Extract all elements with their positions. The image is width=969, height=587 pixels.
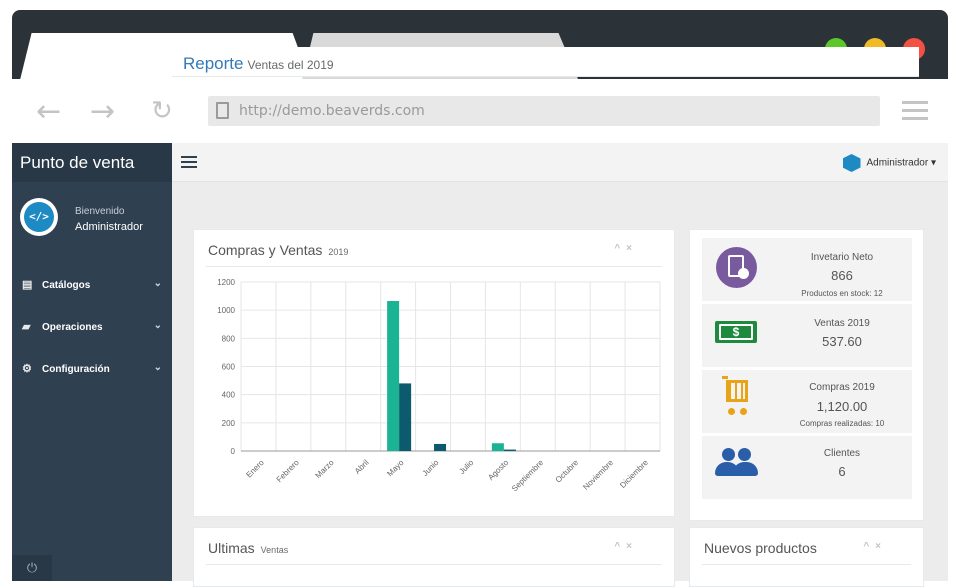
bar-compras (387, 301, 400, 451)
close-x-icon[interactable]: × (875, 541, 887, 552)
x-tick-label: Junio (421, 458, 441, 478)
ultimas-title-text: Ultimas (208, 540, 255, 556)
sidebar-item-configuracion[interactable]: ⚙ Configuración ⌄ (22, 362, 162, 375)
y-tick-label: 600 (222, 363, 236, 372)
stat-label: Invetario Neto (810, 252, 874, 263)
stat-label: Clientes (823, 448, 861, 459)
stat-card-ventas: $ Ventas 2019 537.60 (702, 304, 912, 367)
y-tick-label: 1200 (217, 278, 235, 287)
x-tick-label: Julio (457, 458, 475, 476)
page-document-icon (216, 102, 229, 119)
y-tick-label: 0 (231, 447, 236, 456)
chevron-down-icon: ⌄ (153, 362, 162, 373)
y-tick-label: 800 (222, 334, 236, 343)
folder-icon: ▰ (22, 321, 31, 333)
user-menu-label: Administrador ▾ (866, 157, 937, 169)
x-tick-label: Agosto (486, 458, 510, 482)
ultimas-subtitle: Ventas (260, 545, 289, 555)
x-tick-label: Marzo (314, 458, 336, 480)
bar-ventas (503, 449, 516, 451)
url-field[interactable]: http://demo.beaverds.com (208, 96, 880, 126)
user-logo-icon (842, 154, 861, 172)
sidebar-item-catalogos[interactable]: ▤ Catálogos ⌄ (22, 278, 162, 291)
avatar[interactable]: </> (20, 198, 58, 236)
stat-card-compras: Compras 2019 1,120.00 Compras realizadas… (702, 370, 912, 433)
x-tick-label: Noviembre (581, 458, 615, 492)
page-title-text: Reporte (183, 54, 244, 73)
chart-panel: Compras y Ventas 2019 ^× 0 200 400 600 800 100… (193, 229, 675, 517)
welcome-text: Bienvenido (75, 206, 125, 217)
stat-card-inventario: Invetario Neto 866 Productos en stock: 1… (702, 238, 912, 301)
panel-divider (206, 564, 662, 565)
forward-arrow-icon[interactable]: → (90, 97, 115, 127)
sidebar-item-label: Configuración (42, 364, 110, 375)
hamburger-icon[interactable] (181, 156, 197, 171)
stat-value: 537.60 (822, 334, 862, 349)
x-tick-label: Febrero (275, 458, 302, 485)
clipboard-icon (716, 247, 757, 288)
collapse-chevron-up-icon[interactable]: ^ (863, 541, 875, 552)
bar-ventas (399, 383, 412, 451)
bar-compras (491, 443, 504, 451)
panel-tools[interactable]: ^× (863, 541, 887, 552)
brand-title[interactable]: Punto de venta (12, 143, 172, 182)
stat-card-clientes: Clientes 6 (702, 436, 912, 499)
chevron-down-icon: ⌄ (153, 320, 162, 331)
stat-label: Compras 2019 (809, 382, 875, 393)
back-arrow-icon[interactable]: ← (36, 97, 61, 127)
stat-sub: Compras realizadas: 10 (799, 419, 885, 428)
panel-tools[interactable]: ^× (614, 541, 638, 552)
cart-icon (722, 376, 750, 418)
close-x-icon[interactable]: × (626, 541, 638, 552)
book-icon: ▤ (22, 279, 33, 291)
y-tick-label: 1000 (217, 306, 235, 315)
stat-label: Ventas 2019 (814, 318, 870, 329)
y-tick-label: 400 (222, 391, 236, 400)
power-icon[interactable]: ⏻ (12, 555, 52, 581)
url-text[interactable]: http://demo.beaverds.com (239, 103, 425, 119)
chevron-down-icon: ⌄ (153, 278, 162, 289)
bar-chart: 0 200 400 600 800 1000 1200 Enero Febrero Marzo Ab… (217, 278, 661, 494)
x-tick-label: Octubre (554, 458, 581, 485)
browser-menu-icon[interactable] (902, 101, 928, 125)
page-subtitle: Ventas del 2019 (247, 58, 334, 72)
user-menu[interactable]: Administrador ▾ (842, 154, 937, 172)
stat-value: 1,120.00 (816, 399, 868, 414)
code-logo-icon: </> (24, 202, 54, 232)
nuevos-title: Nuevos productos (704, 540, 817, 556)
x-tick-label: Diciembre (618, 458, 650, 490)
stat-value: 6 (838, 464, 846, 479)
sidebar: Punto de venta </> Bienvenido Administra… (12, 143, 172, 581)
x-tick-label: Septiembre (510, 458, 546, 494)
users-icon (715, 446, 759, 480)
page-title: Reporte Ventas del 2019 (183, 54, 334, 74)
sidebar-item-label: Operaciones (42, 322, 103, 333)
sidebar-username: Administrador (75, 221, 143, 233)
x-tick-label: Abril (353, 458, 371, 476)
money-icon: $ (715, 321, 757, 343)
page-header: Reporte Ventas del 2019 (172, 47, 919, 77)
y-tick-label: 200 (222, 419, 236, 428)
reload-icon[interactable]: ↻ (151, 98, 173, 124)
sidebar-item-label: Catálogos (42, 280, 91, 291)
bar-ventas (434, 443, 447, 451)
sidebar-item-operaciones[interactable]: ▰ Operaciones ⌄ (22, 320, 162, 333)
cogs-icon: ⚙ (22, 363, 32, 375)
top-navbar: Administrador ▾ (172, 143, 948, 182)
stat-value: 866 (831, 268, 853, 283)
stat-sub: Productos en stock: 12 (801, 289, 883, 298)
panel-divider (702, 564, 911, 565)
stats-panel: Invetario Neto 866 Productos en stock: 1… (689, 229, 924, 521)
ultimas-title: Ultimas Ventas (208, 540, 288, 556)
x-tick-label: Mayo (385, 458, 406, 479)
ultimas-panel: Ultimas Ventas ^× (193, 527, 675, 587)
collapse-chevron-up-icon[interactable]: ^ (614, 541, 626, 552)
nuevos-productos-panel: Nuevos productos ^× (689, 527, 924, 587)
x-tick-label: Enero (244, 458, 266, 480)
address-bar: ← → ↻ http://demo.beaverds.com (12, 79, 948, 143)
